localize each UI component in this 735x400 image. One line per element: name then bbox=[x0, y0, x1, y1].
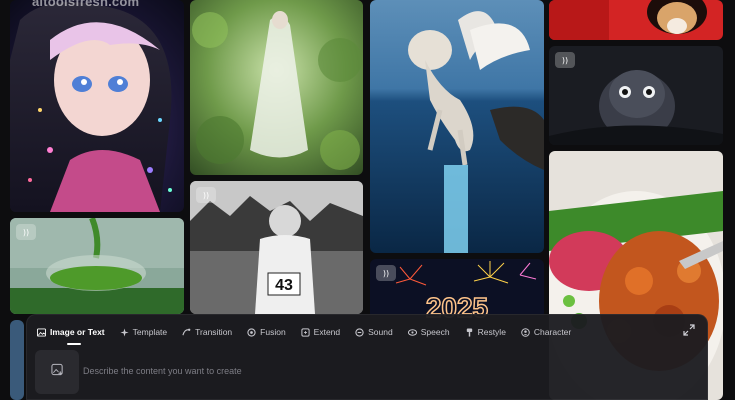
tab-template[interactable]: Template bbox=[120, 321, 168, 343]
sparkle-icon bbox=[120, 327, 129, 337]
sound-wave-icon: )) bbox=[376, 265, 396, 281]
matcha-image bbox=[10, 218, 184, 314]
gallery-tile-runner[interactable]: 43 )) bbox=[190, 181, 363, 314]
active-tab-indicator bbox=[67, 343, 81, 345]
speech-icon bbox=[407, 328, 417, 337]
tab-label: Sound bbox=[368, 327, 393, 337]
gallery-tile-matcha[interactable]: )) bbox=[10, 218, 184, 314]
tab-label: Fusion bbox=[260, 327, 286, 337]
winged-lion-image bbox=[370, 0, 544, 253]
white-dress-image bbox=[190, 0, 363, 175]
sound-wave-icon: )) bbox=[16, 224, 36, 240]
runner-image: 43 bbox=[190, 181, 363, 314]
tab-image-or-text[interactable]: Image or Text bbox=[37, 321, 105, 343]
anime-girl-image bbox=[10, 0, 184, 212]
watermark-text: aitoolsfresh.com bbox=[32, 0, 140, 9]
image-upload-button[interactable] bbox=[35, 350, 79, 394]
runner-bib-number: 43 bbox=[275, 277, 293, 294]
gallery-tile-partial[interactable] bbox=[10, 320, 24, 400]
tab-label: Speech bbox=[420, 327, 450, 337]
fireworks-image: 2025 bbox=[370, 259, 544, 319]
tab-label: Restyle bbox=[477, 327, 506, 337]
tab-character[interactable]: Character bbox=[521, 321, 571, 343]
tab-restyle[interactable]: Restyle bbox=[465, 321, 506, 343]
gallery-tile-fireworks[interactable]: 2025 )) bbox=[370, 259, 544, 319]
prompt-input[interactable] bbox=[83, 361, 683, 381]
image-upload-icon bbox=[50, 363, 64, 381]
tab-label: Transition bbox=[195, 327, 233, 337]
mode-tabs: Image or Text Template Transition Fusion… bbox=[37, 321, 571, 343]
brush-icon bbox=[465, 327, 474, 337]
image-icon bbox=[37, 327, 46, 337]
tab-speech[interactable]: Speech bbox=[407, 321, 450, 343]
fusion-icon bbox=[247, 327, 256, 337]
expand-icon[interactable] bbox=[683, 323, 695, 336]
tab-label: Image or Text bbox=[50, 327, 105, 337]
tab-sound[interactable]: Sound bbox=[355, 321, 393, 343]
gallery-tile-anime-girl[interactable] bbox=[10, 0, 184, 212]
owl-image bbox=[549, 46, 723, 145]
gallery-tile-owl[interactable]: )) bbox=[549, 46, 723, 145]
gallery-tile-white-dress[interactable] bbox=[190, 0, 363, 175]
transition-icon bbox=[182, 328, 191, 337]
gallery-tile-fox[interactable] bbox=[549, 0, 723, 40]
tab-fusion[interactable]: Fusion bbox=[247, 321, 286, 343]
gallery-tile-winged-lion[interactable] bbox=[370, 0, 544, 253]
tab-label: Template bbox=[132, 327, 168, 337]
extend-icon bbox=[301, 327, 310, 337]
fox-image bbox=[549, 0, 723, 40]
tab-extend[interactable]: Extend bbox=[301, 321, 340, 343]
tab-label: Extend bbox=[313, 327, 341, 337]
sound-icon bbox=[355, 327, 364, 337]
partial-image bbox=[10, 320, 24, 400]
tab-transition[interactable]: Transition bbox=[182, 321, 232, 343]
tab-label: Character bbox=[533, 327, 572, 337]
create-composer-panel: Image or Text Template Transition Fusion… bbox=[26, 314, 708, 400]
sound-wave-icon: )) bbox=[196, 187, 216, 203]
sound-wave-icon: )) bbox=[555, 52, 575, 68]
character-icon bbox=[521, 327, 530, 337]
